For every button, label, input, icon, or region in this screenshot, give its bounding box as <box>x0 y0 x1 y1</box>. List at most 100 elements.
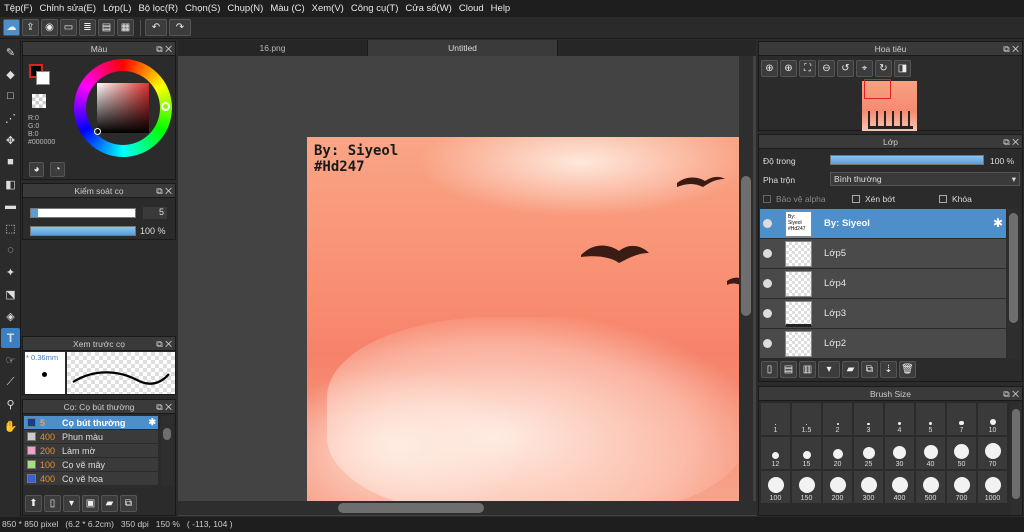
layer-folder-icon[interactable]: ▰ <box>842 361 859 378</box>
gradient-tool-icon[interactable]: ▬ <box>1 196 20 216</box>
brush-size-cell[interactable]: 1000 <box>978 471 1007 503</box>
brush-settings-gear-icon[interactable]: ✱ <box>148 417 156 428</box>
panel-controls-icon[interactable]: ⧉ ✕ <box>156 42 172 56</box>
fill-rect-tool-icon[interactable]: ■ <box>1 152 20 172</box>
document-icon[interactable]: ≣ <box>79 19 96 36</box>
layer-row[interactable]: By: Siyeol #Hd247 By: Siyeol ✱ <box>760 209 1006 239</box>
brush-size-cell[interactable]: 700 <box>947 471 976 503</box>
new-layer-8bit-icon[interactable]: ▤ <box>780 361 797 378</box>
canvas-horizontal-scrollbar[interactable] <box>178 501 756 515</box>
brush-size-cell[interactable]: 3 <box>854 403 883 435</box>
brush-duplicate-icon[interactable]: ⧉ <box>120 495 137 512</box>
rotate-right-icon[interactable]: ↻ <box>875 60 892 77</box>
tab-untitled[interactable]: Untitled <box>368 40 558 56</box>
brush-size-cell[interactable]: 200 <box>823 471 852 503</box>
brush-size-cell[interactable]: 20 <box>823 437 852 469</box>
saturation-value-square[interactable] <box>97 83 149 133</box>
rect-select-tool-icon[interactable]: ⬚ <box>1 218 20 238</box>
navigator-viewport-frame[interactable] <box>864 79 891 99</box>
panel-controls-icon[interactable]: ⧉ ✕ <box>156 337 172 351</box>
menu-capture[interactable]: Chụp(N) <box>227 3 270 14</box>
brush-size-cell[interactable]: 400 <box>885 471 914 503</box>
tab-16-png[interactable]: 16.png <box>178 40 368 56</box>
navigator-thumbnail[interactable] <box>862 79 917 131</box>
menu-filter[interactable]: Bộ lọc(R) <box>138 3 185 14</box>
brush-item[interactable]: 400 Cọ vẽ hoa <box>24 472 158 486</box>
brush-item[interactable]: 400 Phun màu <box>24 430 158 444</box>
select-eraser-tool-icon[interactable]: ◈ <box>1 306 20 326</box>
move-tool-icon[interactable]: ✥ <box>1 130 20 150</box>
grid-icon[interactable]: ▦ <box>117 19 134 36</box>
brush-size-cell[interactable]: 1.5 <box>792 403 821 435</box>
new-layer-icon[interactable]: ▯ <box>761 361 778 378</box>
brush-size-cell[interactable]: 12 <box>761 437 790 469</box>
brush-size-slider[interactable] <box>30 208 136 218</box>
hue-marker[interactable] <box>161 102 170 111</box>
brush-size-cell[interactable]: 15 <box>792 437 821 469</box>
layer-add-menu-icon[interactable]: ▾ <box>818 361 840 378</box>
eraser-tool-icon[interactable]: ◆ <box>1 64 20 84</box>
brush-size-cell[interactable]: 40 <box>916 437 945 469</box>
zoom-out-icon[interactable]: ⊖ <box>818 60 835 77</box>
brush-size-cell[interactable]: 2 <box>823 403 852 435</box>
menu-edit[interactable]: Chỉnh sửa(E) <box>40 3 104 14</box>
brush-size-scrollbar[interactable] <box>1010 403 1022 515</box>
layer-opacity-slider[interactable] <box>830 155 984 165</box>
layer-row[interactable]: Lớp5 <box>760 239 1006 269</box>
lock-checkbox[interactable] <box>939 195 947 203</box>
menu-select[interactable]: Chọn(S) <box>185 3 227 14</box>
menu-file[interactable]: Tệp(F) <box>4 3 40 14</box>
fit-window-icon[interactable]: ⛶ <box>799 60 816 77</box>
artwork-canvas[interactable]: By: Siyeol #Hd247 <box>307 137 739 501</box>
layer-row[interactable]: Lớp3 <box>760 299 1006 329</box>
brush-size-cell[interactable]: 4 <box>885 403 914 435</box>
cloud-icon[interactable]: ☁ <box>3 19 20 36</box>
visibility-eye-icon[interactable] <box>763 279 772 288</box>
export-icon[interactable]: ⇪ <box>22 19 39 36</box>
brush-folder-icon[interactable]: ▰ <box>101 495 118 512</box>
menu-layer[interactable]: Lớp(L) <box>103 3 138 14</box>
brush-size-cell[interactable]: 500 <box>916 471 945 503</box>
palette-icon[interactable]: ◕ <box>29 162 44 177</box>
visibility-eye-icon[interactable] <box>763 339 772 348</box>
brush-size-cell[interactable]: 7 <box>947 403 976 435</box>
brush-size-cell[interactable]: 25 <box>854 437 883 469</box>
sv-marker[interactable] <box>94 128 101 135</box>
brush-size-cell[interactable]: 5 <box>916 403 945 435</box>
rotate-left-icon[interactable]: ↺ <box>837 60 854 77</box>
brush-size-cell[interactable]: 300 <box>854 471 883 503</box>
magic-wand-tool-icon[interactable]: ✦ <box>1 262 20 282</box>
panel-controls-icon[interactable]: ⧉ ✕ <box>1003 387 1019 401</box>
brush-size-value[interactable]: 5 <box>143 207 167 219</box>
brush-add-icon[interactable]: ⬆ <box>25 495 42 512</box>
brush-opacity-slider[interactable] <box>30 226 136 236</box>
hand-tool-icon[interactable]: ✋ <box>1 416 20 436</box>
brush-size-cell[interactable]: 70 <box>978 437 1007 469</box>
brush-size-cell[interactable]: 150 <box>792 471 821 503</box>
zoom-in-icon[interactable]: ⊕ <box>780 60 797 77</box>
flip-icon[interactable]: ◨ <box>894 60 911 77</box>
select-pen-tool-icon[interactable]: ⬔ <box>1 284 20 304</box>
blend-mode-select[interactable]: Bình thường ▾ <box>830 172 1020 186</box>
dotted-brush-tool-icon[interactable]: ⋰ <box>1 108 20 128</box>
eyedropper-tool-icon[interactable]: ⚲ <box>1 394 20 414</box>
brush-item[interactable]: 100 Cọ vẽ mây <box>24 458 158 472</box>
brush-new-icon[interactable]: ▯ <box>44 495 61 512</box>
divide-tool-icon[interactable]: ⟋ <box>1 372 20 392</box>
menu-cloud[interactable]: Cloud <box>459 3 491 14</box>
visibility-eye-icon[interactable] <box>763 309 772 318</box>
color-history-icon[interactable]: ◔ <box>50 162 65 177</box>
hand-pointer-tool-icon[interactable]: ☞ <box>1 350 20 370</box>
brush-size-cell[interactable]: 1 <box>761 403 790 435</box>
menu-view[interactable]: Xem(V) <box>312 3 351 14</box>
rect-shape-tool-icon[interactable]: □ <box>1 86 20 106</box>
layer-settings-gear-icon[interactable]: ✱ <box>993 216 1003 230</box>
secondary-color-swatch[interactable] <box>36 71 50 85</box>
canvas-vertical-scrollbar[interactable] <box>739 56 753 501</box>
brush-menu-icon[interactable]: ▾ <box>63 495 80 512</box>
panel-controls-icon[interactable]: ⧉ ✕ <box>156 184 172 198</box>
brush-size-cell[interactable]: 50 <box>947 437 976 469</box>
panel-controls-icon[interactable]: ⧉ ✕ <box>156 400 172 414</box>
undo-icon[interactable]: ↶ <box>145 19 167 36</box>
brush-size-cell[interactable]: 10 <box>978 403 1007 435</box>
